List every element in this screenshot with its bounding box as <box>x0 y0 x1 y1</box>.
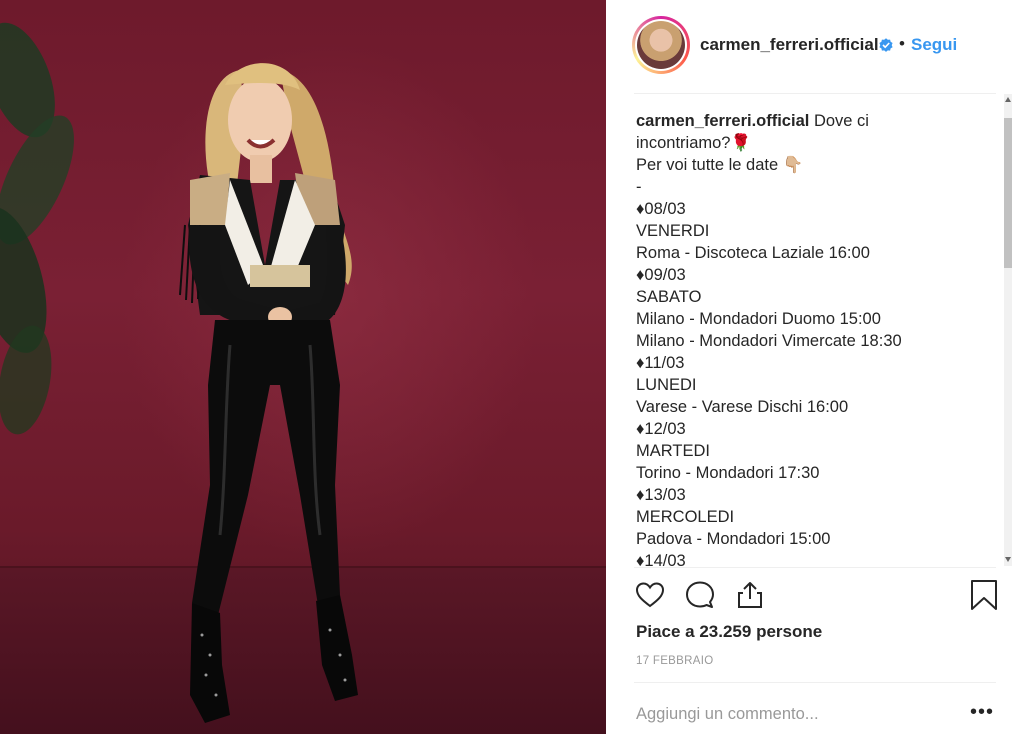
more-options-button[interactable]: ••• <box>970 702 994 722</box>
comment-input[interactable] <box>636 703 936 725</box>
header-separator: • <box>899 34 905 53</box>
caption-line: MARTEDI <box>636 442 710 460</box>
caption-line: ♦13/03 <box>636 486 686 504</box>
header-username[interactable]: carmen_ferreri.official <box>700 35 879 55</box>
caption-line: Torino - Mondadori 17:30 <box>636 464 820 482</box>
caption-line: ♦12/03 <box>636 420 686 438</box>
caption-line: Varese - Varese Dischi 16:00 <box>636 398 849 416</box>
likes-count: 23.259 <box>699 622 752 641</box>
verified-badge-icon <box>879 38 893 52</box>
header-divider <box>634 93 996 94</box>
caption-line: ♦11/03 <box>636 354 685 372</box>
caption-line: VENERDI <box>636 222 710 240</box>
scroll-down-icon[interactable] <box>1005 557 1011 562</box>
plant-leaves <box>0 22 74 435</box>
caption-line: - <box>636 178 642 196</box>
woman-figure <box>179 63 358 723</box>
post-header: carmen_ferreri.official • Segui <box>606 0 1012 92</box>
caption-line: MERCOLEDI <box>636 508 735 526</box>
caption-line: Roma - Discoteca Laziale 16:00 <box>636 244 870 262</box>
caption-text: Dove ci <box>813 112 869 130</box>
likes-prefix: Piace a <box>636 622 695 641</box>
scrollbar-thumb[interactable] <box>1004 118 1012 268</box>
bookmark-icon[interactable] <box>968 579 1000 611</box>
caption-line: Padova - Mondadori 15:00 <box>636 530 831 548</box>
post-side-panel: carmen_ferreri.official • Segui carmen_f… <box>606 0 1012 734</box>
avatar-face <box>637 21 685 69</box>
avatar[interactable] <box>632 16 690 74</box>
caption-line: Milano - Mondadori Duomo 15:00 <box>636 310 881 328</box>
caption-line: SABATO <box>636 288 702 306</box>
caption-line: incontriamo?🌹 <box>636 134 752 152</box>
caption-username[interactable]: carmen_ferreri.official <box>636 112 809 130</box>
post-date[interactable]: 17 FEBBRAIO <box>636 655 713 667</box>
likes-summary[interactable]: Piace a 23.259 persone <box>636 622 822 642</box>
comment-divider <box>634 682 996 683</box>
actions-divider <box>634 567 996 568</box>
likes-suffix: persone <box>756 622 823 641</box>
share-upload-icon[interactable] <box>734 579 766 611</box>
caption-line: Milano - Mondadori Vimercate 18:30 <box>636 332 902 350</box>
caption-line: ♦14/03 <box>636 552 686 566</box>
follow-button[interactable]: Segui <box>911 35 957 55</box>
scroll-up-icon[interactable] <box>1005 97 1011 102</box>
caption-line: ♦08/03 <box>636 200 686 218</box>
post-photo[interactable] <box>0 0 606 734</box>
caption-scrollbar[interactable] <box>1004 94 1012 566</box>
heart-outline-icon[interactable] <box>634 579 666 611</box>
caption-line: ♦09/03 <box>636 266 686 284</box>
caption-line: carmen_ferreri.official Dove ci <box>636 110 1000 132</box>
caption-line: Per voi tutte le date 👇🏼 <box>636 156 804 174</box>
caption-line: LUNEDI <box>636 376 697 394</box>
avatar-image <box>635 19 687 71</box>
post-caption: carmen_ferreri.official Dove ci incontri… <box>636 110 1000 566</box>
speech-bubble-icon[interactable] <box>684 579 716 611</box>
